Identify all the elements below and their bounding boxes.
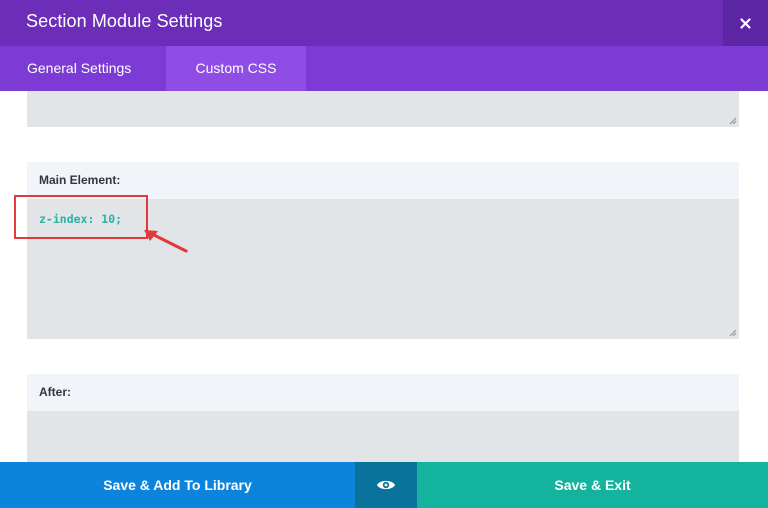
after-label: After: <box>27 374 739 411</box>
main-element-textarea[interactable]: z-index: 10; <box>27 199 739 339</box>
after-textarea[interactable] <box>27 411 739 462</box>
previous-css-textarea[interactable] <box>27 91 739 127</box>
main-element-label: Main Element: <box>27 162 739 199</box>
settings-modal: Section Module Settings General Settings… <box>0 0 768 508</box>
modal-title: Section Module Settings <box>26 11 223 31</box>
preview-button[interactable] <box>355 462 417 508</box>
save-exit-button[interactable]: Save & Exit <box>417 462 768 508</box>
settings-body[interactable]: Main Element: z-index: 10; After: <box>0 91 768 462</box>
tab-bar: General Settings Custom CSS <box>0 46 768 91</box>
modal-footer: Save & Add To Library Save & Exit <box>0 462 768 508</box>
main-element-field: Main Element: z-index: 10; <box>27 162 739 339</box>
tab-general-settings[interactable]: General Settings <box>0 46 166 91</box>
resize-grip-icon[interactable] <box>729 329 737 337</box>
close-button[interactable] <box>723 0 768 46</box>
close-icon <box>740 17 751 29</box>
modal-header: Section Module Settings <box>0 0 768 46</box>
resize-grip-icon[interactable] <box>729 117 737 125</box>
tab-custom-css[interactable]: Custom CSS <box>166 46 306 91</box>
save-add-to-library-button[interactable]: Save & Add To Library <box>0 462 355 508</box>
eye-icon <box>377 480 395 490</box>
main-element-code: z-index: 10; <box>39 212 123 226</box>
after-field: After: <box>27 374 739 462</box>
